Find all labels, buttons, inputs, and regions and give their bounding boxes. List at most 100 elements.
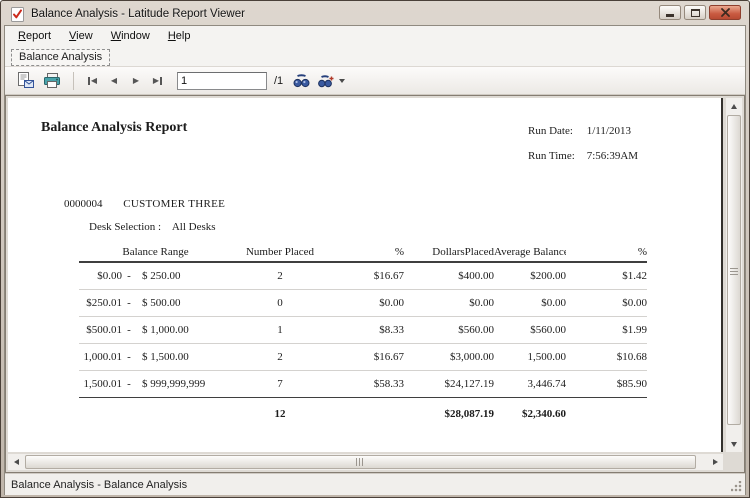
cell-number-pct: $16.67: [328, 262, 404, 289]
cell-number-placed: 2: [232, 343, 328, 370]
cell-number-placed: 1: [232, 316, 328, 343]
scroll-down-button[interactable]: [726, 436, 742, 452]
menubar: Report View Window Help: [5, 26, 745, 47]
cell-range-dash: -: [122, 370, 136, 397]
table-row: $250.01 - $ 500.00 0 $0.00 $0.00 $0.00 $…: [79, 289, 647, 316]
maximize-button[interactable]: [684, 5, 706, 20]
report-viewer: Balance Analysis Report Run Date: 1/11/2…: [5, 95, 745, 473]
arrow-down-icon: [731, 442, 737, 447]
tab-balance-analysis[interactable]: Balance Analysis: [11, 49, 110, 66]
scroll-up-button[interactable]: [726, 98, 742, 114]
table-totals-row: 12 $28,087.19 $2,340.60: [79, 397, 647, 427]
horizontal-scrollbar[interactable]: [8, 454, 723, 470]
toolbar: ◀ ◀ ▶ ▶ /1: [5, 66, 745, 95]
customer-name: CUSTOMER THREE: [123, 198, 225, 210]
tab-strip: Balance Analysis: [5, 47, 745, 66]
cell-range-high: $ 1,500.00: [136, 343, 232, 370]
balance-table: Balance Range Number Placed % DollarsPla…: [79, 242, 647, 427]
titlebar: Balance Analysis - Latitude Report Viewe…: [4, 1, 746, 25]
report-page: Balance Analysis Report Run Date: 1/11/2…: [8, 98, 723, 452]
cell-dollars-placed: $0.00: [404, 289, 494, 316]
header-dollars-pct: %: [566, 242, 647, 262]
table-row: 1,000.01 - $ 1,500.00 2 $16.67 $3,000.00…: [79, 343, 647, 370]
run-date-value: 1/11/2013: [587, 125, 631, 137]
print-icon: [42, 72, 62, 89]
close-icon: [721, 8, 730, 17]
desk-selection-value: All Desks: [172, 221, 216, 233]
cell-range-dash: -: [122, 343, 136, 370]
cell-average-balance: 3,446.74: [494, 370, 566, 397]
scroll-right-button[interactable]: [707, 454, 723, 470]
desk-selection-label: Desk Selection :: [89, 221, 161, 233]
close-button[interactable]: [709, 5, 741, 20]
report-title: Balance Analysis Report: [41, 120, 187, 136]
run-info: Run Date: 1/11/2013 Run Time: 7:56:39AM: [528, 125, 638, 175]
page-number-input[interactable]: [177, 72, 267, 90]
run-time-value: 7:56:39AM: [587, 150, 638, 162]
cell-range-low: $0.00: [79, 262, 122, 289]
scroll-grip-icon: [730, 266, 738, 275]
cell-range-low: $250.01: [79, 289, 122, 316]
resize-grip[interactable]: [731, 481, 742, 492]
scroll-grip-icon: [356, 458, 365, 466]
total-dollars-placed: $28,087.19: [404, 397, 494, 427]
client-area: Report View Window Help Balance Analysis: [4, 25, 746, 495]
vertical-scroll-thumb[interactable]: [727, 115, 741, 425]
status-bar: Balance Analysis - Balance Analysis: [5, 473, 745, 495]
cell-range-low: $500.01: [79, 316, 122, 343]
first-page-button[interactable]: ◀: [81, 71, 103, 91]
export-button[interactable]: [13, 70, 38, 92]
minimize-button[interactable]: [659, 5, 681, 20]
report-viewer-window: Balance Analysis - Latitude Report Viewe…: [0, 0, 750, 498]
last-page-button[interactable]: ▶: [147, 71, 169, 91]
previous-page-button[interactable]: ◀: [103, 71, 125, 91]
find-button[interactable]: [289, 70, 314, 92]
cell-range-high: $ 500.00: [136, 289, 232, 316]
table-header-row: Balance Range Number Placed % DollarsPla…: [79, 242, 647, 262]
scroll-left-button[interactable]: [8, 454, 24, 470]
window-controls: [659, 5, 741, 20]
cell-dollars-pct: $85.90: [566, 370, 647, 397]
cell-number-pct: $58.33: [328, 370, 404, 397]
cell-range-dash: -: [122, 316, 136, 343]
cell-number-pct: $8.33: [328, 316, 404, 343]
cell-dollars-placed: $400.00: [404, 262, 494, 289]
arrow-up-icon: [731, 104, 737, 109]
menu-window[interactable]: Window: [102, 28, 159, 45]
menu-report[interactable]: Report: [9, 28, 60, 45]
total-average-balance: $2,340.60: [494, 397, 566, 427]
print-button[interactable]: [38, 70, 66, 92]
cell-dollars-placed: $24,127.19: [404, 370, 494, 397]
cell-dollars-pct: $1.99: [566, 316, 647, 343]
toolbar-separator: [73, 72, 74, 90]
horizontal-scroll-thumb[interactable]: [25, 455, 696, 469]
page-total-label: /1: [274, 75, 283, 87]
app-icon: [10, 7, 25, 22]
cell-range-low: 1,000.01: [79, 343, 122, 370]
cell-range-dash: -: [122, 289, 136, 316]
cell-number-placed: 2: [232, 262, 328, 289]
cell-average-balance: $560.00: [494, 316, 566, 343]
cell-number-placed: 0: [232, 289, 328, 316]
menu-help[interactable]: Help: [159, 28, 200, 45]
cell-dollars-placed: $3,000.00: [404, 343, 494, 370]
cell-dollars-pct: $0.00: [566, 289, 647, 316]
go-next-icon: ▶: [133, 77, 139, 85]
export-icon: [17, 72, 34, 89]
cell-number-pct: $0.00: [328, 289, 404, 316]
cell-average-balance: 1,500.00: [494, 343, 566, 370]
zoom-button[interactable]: [314, 70, 349, 92]
menu-view[interactable]: View: [60, 28, 102, 45]
vertical-scrollbar[interactable]: [726, 98, 742, 452]
header-number-pct: %: [328, 242, 404, 262]
next-page-button[interactable]: ▶: [125, 71, 147, 91]
cell-average-balance: $200.00: [494, 262, 566, 289]
zoom-dropdown-icon: [318, 74, 335, 88]
run-date-label: Run Date:: [528, 125, 584, 137]
cell-range-low: 1,500.01: [79, 370, 122, 397]
header-dollars-placed: DollarsPlaced: [404, 242, 494, 262]
header-average-balance: Average Balance: [494, 242, 566, 262]
table-row: $0.00 - $ 250.00 2 $16.67 $400.00 $200.0…: [79, 262, 647, 289]
go-previous-icon: ◀: [111, 77, 117, 85]
cell-dollars-placed: $560.00: [404, 316, 494, 343]
